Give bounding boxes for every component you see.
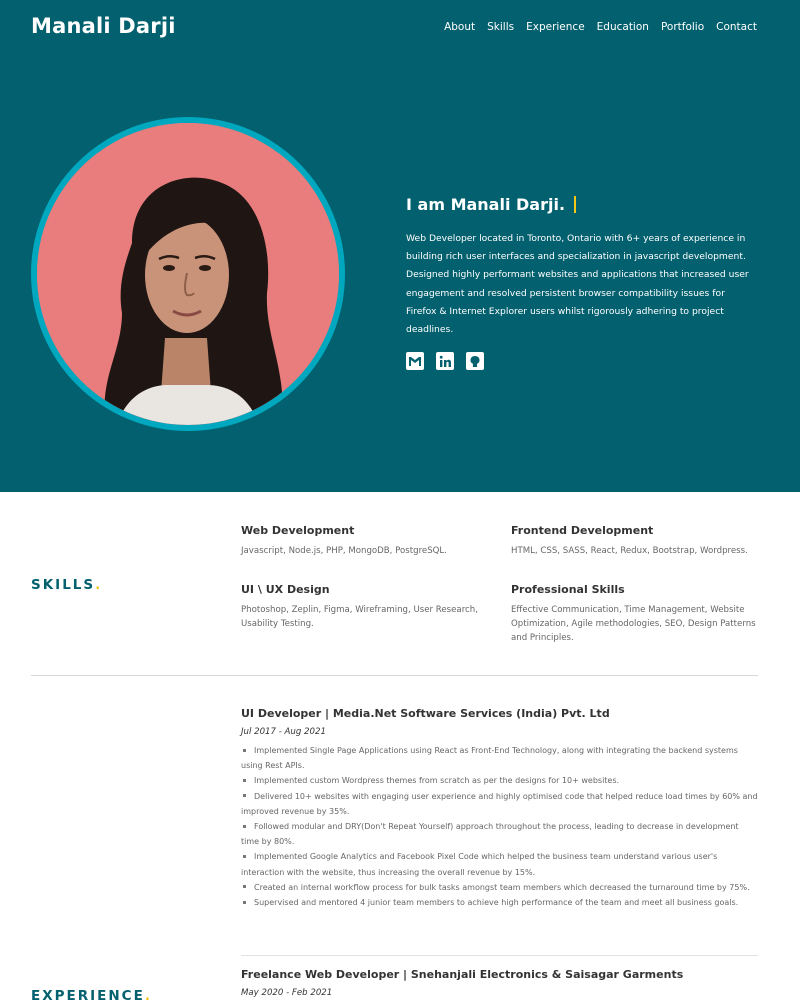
skill-card-frontend-development: Frontend Development HTML, CSS, SASS, Re… <box>511 524 761 558</box>
bullet-text: Implemented Google Analytics and Faceboo… <box>241 852 718 877</box>
typing-cursor <box>574 196 576 213</box>
section-divider <box>31 675 758 676</box>
main-nav: About Skills Experience Education Portfo… <box>444 21 757 33</box>
skill-card-professional-skills: Professional Skills Effective Communicat… <box>511 583 761 645</box>
list-item: Created an internal workflow process for… <box>241 880 758 895</box>
nav-portfolio[interactable]: Portfolio <box>661 21 704 33</box>
experience-title: EXPERIENCE. <box>31 988 152 1004</box>
list-item: Followed modular and DRY(Don't Repeat Yo… <box>241 819 758 849</box>
experience-title-dot: . <box>144 988 152 1004</box>
bullet-text: Delivered 10+ websites with engaging use… <box>241 791 758 816</box>
bullet-text: Followed modular and DRY(Don't Repeat Yo… <box>241 822 739 847</box>
social-links <box>406 352 758 371</box>
nav-education[interactable]: Education <box>597 21 649 33</box>
bullet-marker <box>243 900 246 904</box>
bullet-text: Implemented Single Page Applications usi… <box>241 746 738 771</box>
skill-text: Photoshop, Zeplin, Figma, Wireframing, U… <box>241 605 478 629</box>
intro-bio: Web Developer located in Toronto, Ontari… <box>406 233 749 336</box>
nav-contact[interactable]: Contact <box>716 21 757 33</box>
bullet-text: Implemented custom Wordpress themes from… <box>254 776 620 786</box>
bullet-marker <box>243 778 246 782</box>
skill-title: Web Development <box>241 524 355 537</box>
bullet-marker <box>243 748 246 752</box>
profile-photo <box>37 123 339 425</box>
bullet-marker <box>243 885 246 889</box>
skill-text: HTML, CSS, SASS, React, Redux, Bootstrap… <box>511 546 748 556</box>
skills-title: SKILLS. <box>31 577 102 593</box>
job-divider <box>241 955 758 956</box>
avatar-ring <box>31 117 345 431</box>
job-entry-medianet: UI Developer | Media.Net Software Servic… <box>241 707 758 910</box>
list-item: Implemented Single Page Applications usi… <box>241 743 758 773</box>
brand-name[interactable]: Manali Darji <box>31 14 176 38</box>
github-icon[interactable] <box>466 352 484 371</box>
job-dates: Jul 2017 - Aug 2021 <box>241 727 326 737</box>
job-dates: May 2020 - Feb 2021 <box>241 988 333 998</box>
experience-title-text: EXPERIENCE <box>31 988 145 1004</box>
list-item: Supervised and mentored 4 junior team me… <box>241 895 758 910</box>
bullet-text: Supervised and mentored 4 junior team me… <box>254 898 739 908</box>
skill-title: Professional Skills <box>511 583 625 596</box>
gmail-icon[interactable] <box>406 352 424 371</box>
hero-section: Manali Darji About Skills Experience Edu… <box>0 0 800 492</box>
bullet-marker <box>243 794 246 798</box>
nav-experience[interactable]: Experience <box>526 21 585 33</box>
skills-section: SKILLS. Web Development Javascript, Node… <box>0 492 800 676</box>
nav-skills[interactable]: Skills <box>487 21 514 33</box>
intro-block: I am Manali Darji. Web Developer located… <box>406 195 758 371</box>
bullet-marker <box>243 854 246 858</box>
job-entry-freelance: Freelance Web Developer | Snehanjali Ele… <box>241 968 758 998</box>
list-item: Delivered 10+ websites with engaging use… <box>241 789 758 819</box>
bullet-text: Created an internal workflow process for… <box>254 882 750 892</box>
linkedin-icon[interactable] <box>436 352 454 371</box>
skill-text: Javascript, Node.js, PHP, MongoDB, Postg… <box>241 546 447 556</box>
nav-about[interactable]: About <box>444 21 475 33</box>
intro-heading: I am Manali Darji. <box>406 195 758 214</box>
job-title: Freelance Web Developer | Snehanjali Ele… <box>241 968 684 981</box>
job-bullets: Implemented Single Page Applications usi… <box>241 743 758 910</box>
job-title: UI Developer | Media.Net Software Servic… <box>241 707 610 720</box>
skill-text: Effective Communication, Time Management… <box>511 605 756 643</box>
intro-heading-text: I am Manali Darji. <box>406 195 566 214</box>
skills-title-dot: . <box>95 577 103 593</box>
skill-title: UI \ UX Design <box>241 583 330 596</box>
skill-title: Frontend Development <box>511 524 654 537</box>
skill-card-web-development: Web Development Javascript, Node.js, PHP… <box>241 524 491 558</box>
list-item: Implemented custom Wordpress themes from… <box>241 773 758 788</box>
bullet-marker <box>243 824 246 828</box>
skills-title-text: SKILLS <box>31 577 96 593</box>
list-item: Implemented Google Analytics and Faceboo… <box>241 849 758 879</box>
skill-card-ui-ux-design: UI \ UX Design Photoshop, Zeplin, Figma,… <box>241 583 491 631</box>
